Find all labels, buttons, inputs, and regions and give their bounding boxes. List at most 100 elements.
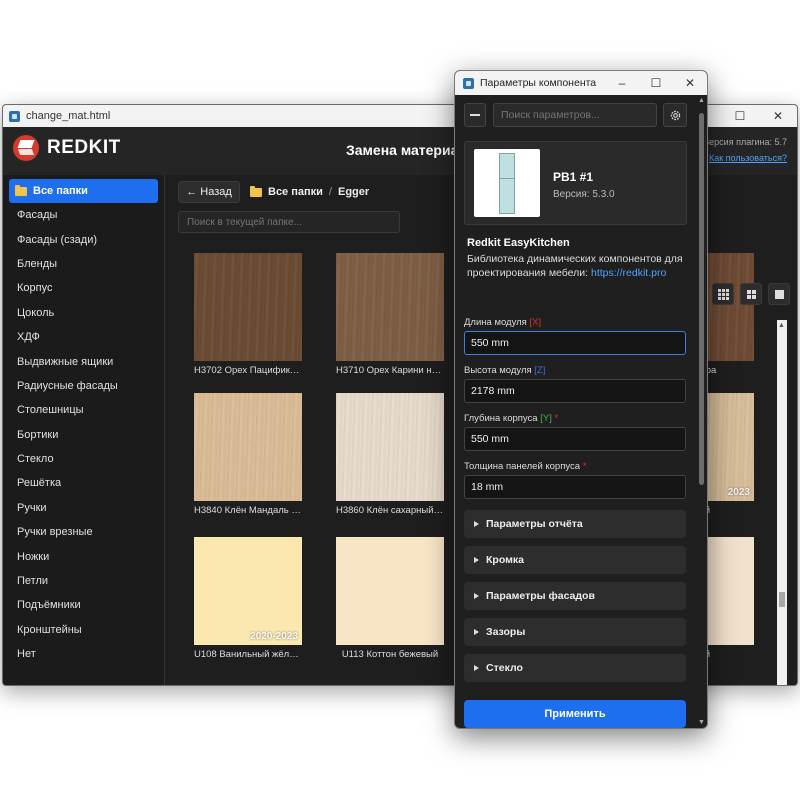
maximize-icon[interactable]: ☐ [639, 71, 673, 95]
field-label-text: Высота модуля [464, 365, 532, 376]
material-swatch [336, 537, 444, 645]
close-icon[interactable]: ✕ [673, 71, 707, 95]
breadcrumb-root[interactable]: Все папки [268, 186, 323, 198]
grid-1x1-icon[interactable] [768, 283, 790, 305]
apply-button[interactable]: Применить [464, 700, 686, 728]
chevron-right-icon [474, 521, 479, 527]
sidebar-item[interactable]: Петли [3, 569, 164, 593]
material-scrollbar[interactable]: ▲ ▼ [777, 320, 787, 685]
material-tile[interactable]: H3702 Орех Пацифик табак [194, 253, 302, 376]
sidebar-item[interactable]: Все папки [9, 179, 158, 203]
minimize-icon[interactable]: – [605, 71, 639, 95]
sidebar-item[interactable]: Подъёмники [3, 593, 164, 617]
field-label: Высота модуля [Z] [464, 365, 545, 376]
parameter-input[interactable] [464, 475, 686, 499]
sidebar-item[interactable]: Стекло [3, 447, 164, 471]
material-swatch [194, 393, 302, 501]
dialog-titlebar[interactable]: Параметры компонента – ☐ ✕ [455, 71, 707, 95]
back-button[interactable]: ← Назад [178, 181, 240, 203]
material-name: H3860 Клён сахарный шам... [336, 505, 444, 516]
sidebar-item-label: Столешницы [17, 404, 84, 417]
dialog-title: Параметры компонента [480, 77, 597, 89]
parameter-input[interactable] [464, 331, 686, 355]
scroll-up-icon[interactable]: ▲ [778, 322, 785, 329]
material-tile[interactable]: 2020-2023 U108 Ванильный жёлтый [194, 537, 302, 660]
close-icon[interactable]: ✕ [759, 105, 797, 127]
section-label: Стекло [486, 662, 523, 674]
sidebar-item-label: Все папки [33, 185, 88, 197]
scrollbar-thumb[interactable] [779, 592, 785, 607]
section-header[interactable]: Параметры отчёта [464, 510, 686, 538]
folder-search-input[interactable] [178, 211, 400, 233]
swatch-stamp: 2023 [727, 487, 750, 498]
sidebar-item[interactable]: Фасады (сзади) [3, 227, 164, 251]
axis-tag: [X] [529, 317, 542, 328]
breadcrumb-current: Egger [337, 186, 370, 198]
sidebar-item-label: Фасады (сзади) [17, 233, 98, 246]
sidebar-item[interactable]: Выдвижные ящики [3, 349, 164, 373]
component-thumbnail [474, 149, 540, 217]
field-label-text: Толщина панелей корпуса [464, 461, 581, 472]
component-name: PB1 #1 [553, 170, 594, 184]
scrollbar-thumb[interactable] [699, 113, 704, 485]
grid-3x3-icon[interactable] [712, 283, 734, 305]
sidebar-item[interactable]: Корпус [3, 276, 164, 300]
sidebar-item[interactable]: Радиусные фасады [3, 374, 164, 398]
material-swatch [336, 253, 444, 361]
dialog-scrollbar[interactable]: ▲ ▼ [696, 95, 707, 728]
breadcrumb-separator: / [328, 186, 332, 198]
parameter-input[interactable] [464, 379, 686, 403]
section-label: Параметры отчёта [486, 518, 583, 530]
material-name: U113 Коттон бежевый [341, 649, 439, 660]
sidebar-item[interactable]: Столешницы [3, 398, 164, 422]
section-header[interactable]: Зазоры [464, 618, 686, 646]
window-filename: change_mat.html [26, 110, 111, 122]
sidebar-item[interactable]: Ручки врезные [3, 520, 164, 544]
material-tile[interactable]: H3860 Клён сахарный шам... [336, 393, 444, 516]
collapse-button[interactable] [464, 103, 486, 127]
sidebar-item[interactable]: Цоколь [3, 301, 164, 325]
sidebar-item-label: Корпус [17, 282, 53, 295]
section-header[interactable]: Стекло [464, 654, 686, 682]
section-header[interactable]: Кромка [464, 546, 686, 574]
required-mark: * [554, 413, 559, 424]
scroll-up-icon[interactable]: ▲ [698, 97, 705, 104]
material-name: U108 Ванильный жёлтый [194, 649, 302, 660]
sidebar-item[interactable]: ХДФ [3, 325, 164, 349]
sidebar-item-label: Ножки [17, 550, 50, 563]
logo-text: REDKIT [47, 137, 121, 158]
chevron-right-icon [474, 557, 479, 563]
material-tile[interactable]: H3710 Орех Карини натур... [336, 253, 444, 376]
material-tile[interactable]: U113 Коттон бежевый [336, 537, 444, 660]
sidebar-item[interactable]: Фасады [3, 203, 164, 227]
sidebar-item[interactable]: Нет [3, 642, 164, 666]
sidebar-item[interactable]: Бортики [3, 423, 164, 447]
section-label: Параметры фасадов [486, 590, 595, 602]
grid-2x2-icon[interactable] [740, 283, 762, 305]
library-link[interactable]: https://redkit.pro [591, 267, 666, 279]
sidebar-item[interactable]: Ручки [3, 496, 164, 520]
minus-icon [470, 114, 480, 116]
material-tile[interactable]: H3840 Клён Мандаль нату... [194, 393, 302, 516]
sidebar-item-label: Ручки [17, 501, 47, 514]
sidebar-item[interactable]: Кронштейны [3, 618, 164, 642]
section-header[interactable]: Параметры фасадов [464, 582, 686, 610]
scroll-down-icon[interactable]: ▼ [698, 719, 705, 726]
help-link[interactable]: Как пользоваться? [709, 153, 787, 163]
sidebar-item[interactable]: Бленды [3, 252, 164, 276]
sidebar-item[interactable]: Решётка [3, 471, 164, 495]
parameter-search-input[interactable] [493, 103, 657, 127]
folder-icon [15, 184, 27, 196]
maximize-icon[interactable]: ☐ [721, 105, 759, 127]
sidebar-item-label: Бленды [17, 257, 58, 270]
chevron-right-icon [474, 629, 479, 635]
sidebar-item-label: Цоколь [17, 306, 55, 319]
parameter-input[interactable] [464, 427, 686, 451]
settings-button[interactable] [663, 103, 687, 127]
axis-tag: [Z] [534, 365, 546, 376]
material-swatch [194, 253, 302, 361]
chevron-right-icon [474, 593, 479, 599]
sidebar-item[interactable]: Ножки [3, 544, 164, 568]
sidebar-item-label: ХДФ [17, 331, 40, 344]
cabinet-icon [499, 153, 515, 214]
